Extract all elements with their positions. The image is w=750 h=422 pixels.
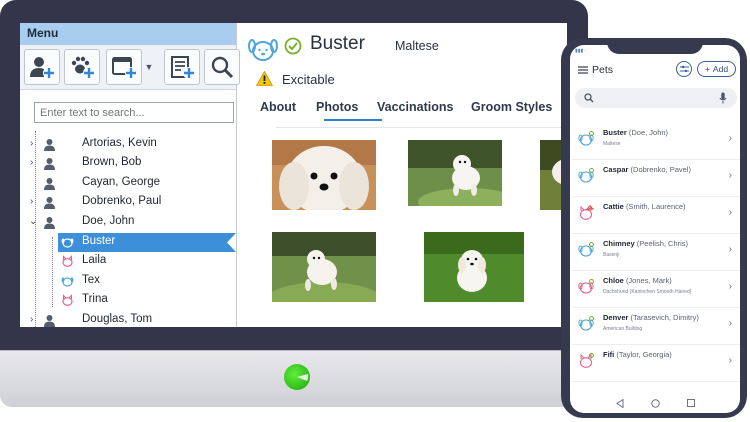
menu-header: Menu xyxy=(20,23,236,45)
chevron-right-icon: › xyxy=(728,355,732,366)
add-appointment-button[interactable] xyxy=(106,49,142,85)
mobile-page-title: Pets xyxy=(592,64,614,76)
desktop-screen: Menu ▼ Enter text to search... › Artoria… xyxy=(20,23,567,327)
person-icon xyxy=(44,178,55,190)
expand-icon[interactable]: › xyxy=(30,138,33,149)
mobile-search-input[interactable] xyxy=(575,88,737,108)
chevron-right-icon: › xyxy=(728,318,732,329)
dog-icon xyxy=(61,238,74,248)
search-icon xyxy=(584,93,594,103)
tab-photos[interactable]: Photos xyxy=(316,100,358,114)
calendar-add-icon xyxy=(112,57,137,79)
person-icon xyxy=(44,217,55,229)
toolbar: ▼ xyxy=(20,45,240,90)
cat-icon xyxy=(62,294,73,306)
dog-icon xyxy=(61,277,74,287)
pet-name: Buster xyxy=(310,33,365,54)
list-item-pet[interactable]: Caspar (Dobrenko, Pavel) › xyxy=(572,159,740,197)
tree-item-client[interactable]: › Dobrenko, Paul xyxy=(20,193,236,212)
invoice-add-icon xyxy=(171,56,195,79)
person-icon xyxy=(44,139,55,151)
list-item-pet[interactable]: Fifi (Taylor, Georgia) › xyxy=(572,344,740,382)
tree-item-client-expanded[interactable]: ⌄ Doe, John xyxy=(20,213,236,232)
list-item-pet[interactable]: Cattie (Smith, Laurence) › xyxy=(572,196,740,234)
list-item-pet[interactable]: Chloe (Jones, Mark) Dachshund (Kaninchen… xyxy=(572,270,740,308)
appointment-dropdown-icon[interactable]: ▼ xyxy=(143,49,155,85)
power-logo-icon xyxy=(284,364,310,390)
search-button[interactable] xyxy=(204,49,240,85)
tree-item-pet[interactable]: Laila xyxy=(20,252,236,271)
person-icon xyxy=(44,158,55,170)
dog-icon xyxy=(578,131,594,146)
add-pet-button[interactable] xyxy=(64,49,100,85)
pet-alert: Excitable xyxy=(282,72,335,87)
list-item-pet[interactable]: Chimney (Peelish, Chris) Basenji › xyxy=(572,233,740,271)
chevron-right-icon: › xyxy=(728,244,732,255)
expand-icon[interactable]: › xyxy=(30,314,33,325)
check-circle-icon xyxy=(284,37,302,55)
pet-photo[interactable] xyxy=(408,140,502,206)
status-bar: ▮▮▮ ◦ xyxy=(575,48,587,54)
tree-item-client[interactable]: › Brown, Bob xyxy=(20,154,236,173)
dog-icon xyxy=(578,242,594,257)
dog-icon xyxy=(578,168,594,183)
back-icon[interactable] xyxy=(616,399,624,408)
list-item-pet[interactable]: Denver (Tarasevich, Dimitry) American Bu… xyxy=(572,307,740,345)
pet-breed: Maltese xyxy=(395,39,439,53)
recents-icon[interactable] xyxy=(687,399,695,407)
home-icon[interactable] xyxy=(651,399,660,408)
filter-button[interactable] xyxy=(676,61,692,77)
sliders-icon xyxy=(679,65,689,73)
chevron-right-icon: › xyxy=(728,281,732,292)
photos-gallery xyxy=(272,127,567,327)
tab-groom-styles[interactable]: Groom Styles xyxy=(471,100,552,114)
expand-icon[interactable]: › xyxy=(30,157,33,168)
list-item-pet[interactable]: Buster (Doe, John) Maltese › xyxy=(572,122,740,160)
expand-icon[interactable]: › xyxy=(30,196,33,207)
chevron-right-icon: › xyxy=(728,207,732,218)
search-input[interactable] xyxy=(34,102,234,123)
collapse-icon[interactable]: ⌄ xyxy=(29,216,37,227)
pet-photo[interactable] xyxy=(424,232,524,302)
add-pet-button[interactable]: + Add xyxy=(697,61,736,77)
tab-vaccinations[interactable]: Vaccinations xyxy=(377,100,453,114)
phone-notch xyxy=(607,38,703,54)
add-client-button[interactable] xyxy=(24,49,60,85)
plus-icon: + xyxy=(704,64,710,74)
chevron-right-icon: › xyxy=(728,133,732,144)
add-person-icon xyxy=(30,57,55,79)
tree-item-client[interactable]: › Douglas, Tom xyxy=(20,311,236,327)
magnifier-icon xyxy=(211,56,234,79)
person-icon xyxy=(44,197,55,209)
tree-item-client[interactable]: Cayan, George xyxy=(20,174,236,193)
hamburger-menu-icon[interactable] xyxy=(578,66,588,74)
tree-item-pet[interactable]: Trina xyxy=(20,291,236,310)
tree-item-pet-selected[interactable]: Buster xyxy=(58,233,236,252)
person-icon xyxy=(44,315,55,327)
warning-icon xyxy=(256,71,273,86)
tree-item-pet[interactable]: Tex xyxy=(20,272,236,291)
android-nav-bar xyxy=(570,396,740,412)
add-invoice-button[interactable] xyxy=(164,49,200,85)
selection-arrow-icon xyxy=(227,233,236,252)
cat-icon xyxy=(579,205,594,220)
dog-icon xyxy=(578,279,594,294)
active-tab-indicator xyxy=(324,119,382,121)
pet-photo[interactable] xyxy=(272,140,376,210)
microphone-icon[interactable] xyxy=(719,92,727,104)
tree-item-client[interactable]: › Artorias, Kevin xyxy=(20,135,236,154)
pet-photo[interactable] xyxy=(272,232,376,302)
cat-icon xyxy=(579,353,594,368)
cat-icon xyxy=(62,255,73,267)
tab-about[interactable]: About xyxy=(260,100,296,114)
navigation-panel: Menu ▼ Enter text to search... › Artoria… xyxy=(20,23,240,327)
paw-add-icon xyxy=(71,56,95,79)
chevron-right-icon: › xyxy=(728,170,732,181)
dog-icon xyxy=(578,316,594,331)
dog-avatar-icon xyxy=(248,39,278,61)
